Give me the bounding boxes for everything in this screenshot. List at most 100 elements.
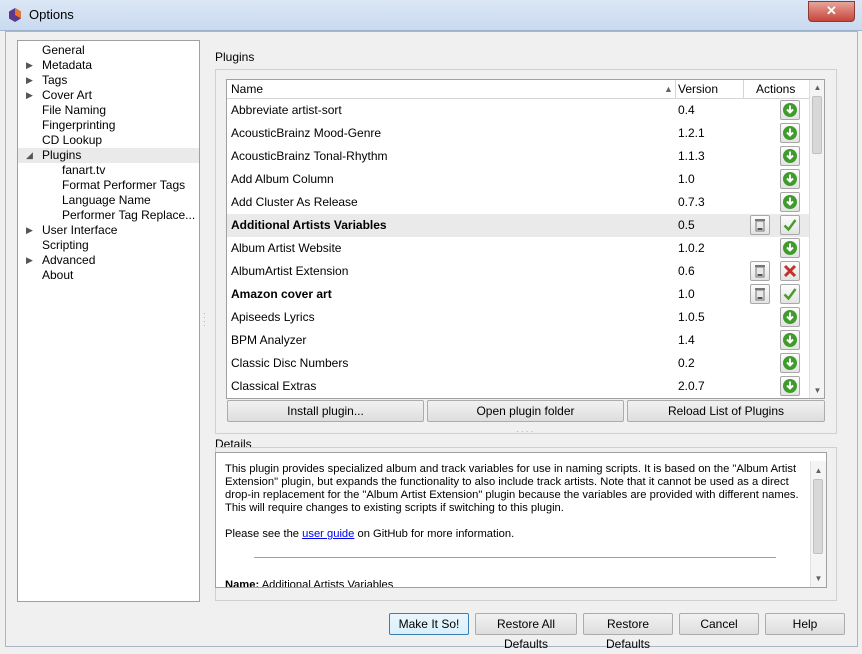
disabled-cross-icon-button[interactable]: [780, 261, 800, 281]
vertical-splitter-handle[interactable]: · · · ·: [516, 428, 533, 436]
restore-all-defaults-button[interactable]: Restore All Defaults: [475, 613, 577, 651]
scroll-up-arrow[interactable]: ▲: [811, 463, 826, 478]
plugin-version: 0.2: [678, 356, 695, 370]
column-header-name[interactable]: Name: [231, 80, 263, 98]
sidebar-item-label: File Naming: [42, 103, 107, 117]
sidebar-item-about[interactable]: About: [18, 268, 199, 283]
table-row[interactable]: AcousticBrainz Tonal-Rhythm 1.1.3: [227, 145, 809, 168]
sidebar-item-advanced[interactable]: ▶ Advanced: [18, 253, 199, 268]
table-row[interactable]: Amazon cover art 1.0: [227, 283, 809, 306]
sidebar-item-scripting[interactable]: Scripting: [18, 238, 199, 253]
options-sidebar: General ▶ Metadata ▶ Tags ▶ Cover Art File Nami…: [17, 40, 200, 602]
install-plugin-icon-button[interactable]: [780, 307, 800, 327]
sidebar-item-performer-tag-replace[interactable]: Performer Tag Replace...: [18, 208, 199, 223]
sidebar-item-cd-lookup[interactable]: CD Lookup: [18, 133, 199, 148]
header-divider: [675, 80, 676, 98]
collapsed-arrow-icon[interactable]: ▶: [26, 73, 34, 88]
enabled-checkmark-icon-button[interactable]: [780, 215, 800, 235]
details-scrollbar[interactable]: ▲ ▼: [810, 461, 826, 587]
name-value: Additional Artists Variables: [259, 579, 394, 588]
user-guide-link[interactable]: user guide: [302, 528, 354, 540]
table-row[interactable]: Classical Extras 2.0.7: [227, 375, 809, 398]
sidebar-item-user-interface[interactable]: ▶ User Interface: [18, 223, 199, 238]
collapsed-arrow-icon[interactable]: ▶: [26, 58, 34, 73]
sidebar-item-label: Plugins: [42, 148, 82, 162]
plugin-name: Apiseeds Lyrics: [231, 310, 315, 324]
plugins-scrollbar[interactable]: ▲ ▼: [809, 80, 824, 398]
table-row[interactable]: AlbumArtist Extension 0.6: [227, 260, 809, 283]
install-plugin-icon-button[interactable]: [780, 376, 800, 396]
sidebar-item-language-name[interactable]: Language Name: [18, 193, 199, 208]
column-header-version[interactable]: Version: [678, 80, 718, 98]
install-plugin-icon-button[interactable]: [780, 169, 800, 189]
sidebar-item-file-naming[interactable]: File Naming: [18, 103, 199, 118]
collapsed-arrow-icon[interactable]: ▶: [26, 88, 34, 103]
plugin-name: AcousticBrainz Tonal-Rhythm: [231, 149, 388, 163]
guide-prefix: Please see the: [225, 528, 303, 540]
table-row[interactable]: Apiseeds Lyrics 1.0.5: [227, 306, 809, 329]
description-paragraph: This plugin provides specialized album a…: [225, 463, 799, 514]
sidebar-item-tags[interactable]: ▶ Tags: [18, 73, 199, 88]
table-row[interactable]: Add Album Column 1.0: [227, 168, 809, 191]
scroll-down-arrow[interactable]: ▼: [811, 571, 826, 586]
plugin-name: Amazon cover art: [231, 287, 332, 301]
scroll-thumb[interactable]: [813, 479, 823, 554]
scroll-down-arrow[interactable]: ▼: [810, 383, 824, 398]
open-plugin-folder-button[interactable]: Open plugin folder: [427, 400, 624, 422]
close-button[interactable]: ✕: [808, 1, 855, 22]
install-plugin-icon-button[interactable]: [780, 123, 800, 143]
plugin-version: 1.4: [678, 333, 695, 347]
restore-defaults-button[interactable]: Restore Defaults: [583, 613, 673, 651]
sidebar-item-label: User Interface: [42, 223, 118, 237]
make-it-so-button[interactable]: Make It So!: [389, 613, 469, 635]
table-row[interactable]: BPM Analyzer 1.4: [227, 329, 809, 352]
sidebar-item-label: Cover Art: [42, 88, 93, 102]
sidebar-item-metadata[interactable]: ▶ Metadata: [18, 58, 199, 73]
install-plugin-button[interactable]: Install plugin...: [227, 400, 424, 422]
sidebar-item-label: fanart.tv: [62, 163, 106, 177]
cancel-button[interactable]: Cancel: [679, 613, 759, 635]
plugin-name: Album Artist Website: [231, 241, 342, 255]
install-plugin-icon-button[interactable]: [780, 238, 800, 258]
plugins-group-label: Plugins: [215, 50, 255, 64]
sidebar-item-label: General: [42, 43, 85, 57]
reload-plugins-button[interactable]: Reload List of Plugins: [627, 400, 825, 422]
sidebar-item-fanart-tv[interactable]: fanart.tv: [18, 163, 199, 178]
install-plugin-icon-button[interactable]: [780, 100, 800, 120]
install-plugin-icon-button[interactable]: [780, 192, 800, 212]
table-row[interactable]: Classic Disc Numbers 0.2: [227, 352, 809, 375]
uninstall-trash-icon-button[interactable]: [750, 284, 770, 304]
plugin-version: 1.0.5: [678, 310, 705, 324]
collapsed-arrow-icon[interactable]: ▶: [26, 253, 34, 268]
window-title: Options: [29, 7, 74, 22]
header-divider: [743, 80, 744, 98]
uninstall-trash-icon-button[interactable]: [750, 261, 770, 281]
install-plugin-icon-button[interactable]: [780, 330, 800, 350]
expanded-arrow-icon[interactable]: ◢: [26, 148, 34, 163]
plugin-name: Classical Extras: [231, 379, 317, 393]
scroll-thumb[interactable]: [812, 96, 822, 154]
plugin-name-line: Name: Additional Artists Variables: [225, 579, 394, 588]
sidebar-item-plugins[interactable]: ◢ Plugins: [18, 148, 199, 163]
collapsed-arrow-icon[interactable]: ▶: [26, 223, 34, 238]
name-label: Name:: [225, 579, 260, 588]
install-plugin-icon-button[interactable]: [780, 146, 800, 166]
table-row[interactable]: AcousticBrainz Mood-Genre 1.2.1: [227, 122, 809, 145]
table-row[interactable]: Additional Artists Variables 0.5: [227, 214, 809, 237]
enabled-checkmark-icon-button[interactable]: [780, 284, 800, 304]
guide-suffix: on GitHub for more information.: [354, 528, 515, 540]
column-header-actions[interactable]: Actions: [756, 80, 795, 98]
sidebar-item-format-performer-tags[interactable]: Format Performer Tags: [18, 178, 199, 193]
table-row[interactable]: Album Artist Website 1.0.2: [227, 237, 809, 260]
table-row[interactable]: Add Cluster As Release 0.7.3: [227, 191, 809, 214]
sidebar-item-cover-art[interactable]: ▶ Cover Art: [18, 88, 199, 103]
install-plugin-icon-button[interactable]: [780, 353, 800, 373]
scroll-up-arrow[interactable]: ▲: [810, 80, 824, 95]
plugin-version: 0.5: [678, 218, 695, 232]
uninstall-trash-icon-button[interactable]: [750, 215, 770, 235]
splitter-handle[interactable]: · · · ·: [203, 310, 206, 330]
table-row[interactable]: Abbreviate artist-sort 0.4: [227, 99, 809, 122]
sidebar-item-fingerprinting[interactable]: Fingerprinting: [18, 118, 199, 133]
help-button[interactable]: Help: [765, 613, 845, 635]
sidebar-item-general[interactable]: General: [18, 43, 199, 58]
